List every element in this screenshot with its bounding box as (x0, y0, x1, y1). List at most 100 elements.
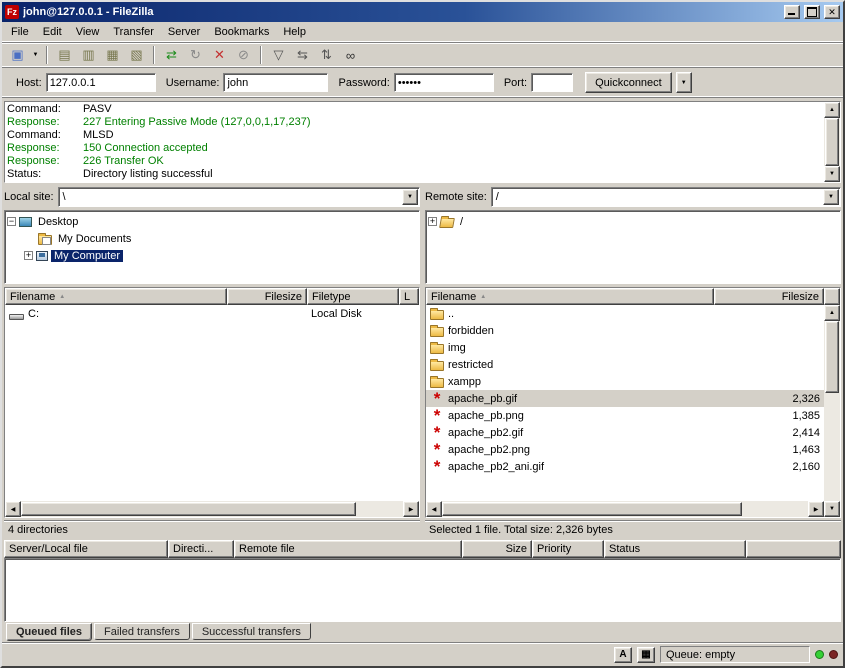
log-line: Response:227 Entering Passive Mode (127,… (7, 116, 822, 129)
tree-item-desktop[interactable]: Desktop (7, 213, 417, 230)
site-manager-dropdown[interactable] (30, 44, 41, 66)
menu-file[interactable]: File (4, 24, 36, 40)
tree-item-root[interactable]: / (428, 213, 838, 230)
menu-edit[interactable]: Edit (36, 24, 69, 40)
transfer-type-indicator-icon[interactable]: A (614, 647, 632, 663)
refresh-button[interactable]: ⇄ (160, 44, 183, 66)
image-file-icon (430, 460, 444, 473)
toolbar-separator (46, 46, 48, 64)
scroll-left-button[interactable] (426, 501, 442, 517)
menu-transfer[interactable]: Transfer (106, 24, 161, 40)
port-input[interactable] (531, 73, 573, 92)
title-bar[interactable]: Fz john@127.0.0.1 - FileZilla (2, 2, 843, 22)
toggle-remote-tree-button[interactable]: ▦ (101, 44, 124, 66)
column-remote-file[interactable]: Remote file (234, 540, 462, 558)
quickconnect-dropdown[interactable] (676, 72, 692, 93)
log-message: 150 Connection accepted (83, 142, 208, 155)
compare-button[interactable]: ⇆ (291, 44, 314, 66)
scroll-up-button[interactable] (824, 102, 840, 118)
scroll-thumb[interactable] (21, 502, 356, 516)
file-row[interactable]: forbidden (426, 322, 824, 339)
process-queue-button[interactable]: ↻ (184, 44, 207, 66)
file-row-selected[interactable]: apache_pb.gif 2,326 (426, 390, 824, 407)
site-manager-button[interactable]: ▣ (6, 44, 29, 66)
scroll-right-button[interactable] (808, 501, 824, 517)
disconnect-button[interactable]: ⊘ (232, 44, 255, 66)
collapse-icon[interactable] (7, 217, 16, 226)
toggle-queue-button[interactable]: ▧ (125, 44, 148, 66)
expand-icon[interactable] (428, 217, 437, 226)
toggle-message-log-button[interactable]: ▤ (53, 44, 76, 66)
log-scrollbar[interactable] (824, 102, 840, 182)
close-button[interactable] (824, 5, 840, 19)
menu-server[interactable]: Server (161, 24, 207, 40)
tab-failed-transfers[interactable]: Failed transfers (94, 623, 190, 640)
host-input[interactable] (46, 73, 156, 92)
chevron-down-icon[interactable] (402, 189, 418, 205)
tab-queued-files[interactable]: Queued files (6, 623, 92, 641)
file-row[interactable]: .. (426, 305, 824, 322)
tree-item-my-documents[interactable]: My Documents (7, 230, 417, 247)
log-message: Directory listing successful (83, 168, 213, 181)
remote-horizontal-scrollbar[interactable] (426, 501, 824, 517)
menu-view[interactable]: View (69, 24, 107, 40)
scroll-up-button[interactable] (824, 305, 840, 321)
file-row[interactable]: apache_pb2_ani.gif 2,160 (426, 458, 824, 475)
column-priority[interactable]: Priority (532, 540, 604, 558)
log-line: Status:Directory listing successful (7, 168, 822, 181)
column-direction[interactable]: Directi... (168, 540, 234, 558)
file-row[interactable]: apache_pb2.gif 2,414 (426, 424, 824, 441)
disconnect-icon: ⊘ (238, 47, 249, 63)
find-button[interactable]: ∞ (339, 44, 362, 66)
port-label: Port: (504, 77, 527, 89)
toggle-local-tree-button[interactable]: ▥ (77, 44, 100, 66)
tree-item-my-computer[interactable]: My Computer (7, 247, 417, 264)
speed-limits-indicator-icon[interactable]: ▦ (637, 647, 655, 663)
scroll-thumb[interactable] (825, 118, 839, 166)
column-last-modified[interactable]: L (399, 288, 419, 305)
local-directory-tree: Desktop My Documents My Computer (4, 210, 420, 284)
filter-button[interactable]: ▽ (267, 44, 290, 66)
file-row[interactable]: apache_pb.png 1,385 (426, 407, 824, 424)
quickconnect-button[interactable]: Quickconnect (585, 72, 672, 93)
chevron-down-icon[interactable] (823, 189, 839, 205)
minimize-button[interactable] (784, 5, 800, 19)
file-row[interactable]: restricted (426, 356, 824, 373)
column-filesize[interactable]: Filesize (714, 288, 824, 305)
column-status[interactable]: Status (604, 540, 746, 558)
username-input[interactable] (223, 73, 328, 92)
log-line: Command:MLSD (7, 129, 822, 142)
sync-browsing-button[interactable]: ⇅ (315, 44, 338, 66)
column-filesize[interactable]: Filesize (227, 288, 307, 305)
queue-list-body[interactable] (4, 558, 841, 622)
expand-icon[interactable] (24, 251, 33, 260)
column-filetype[interactable]: Filetype (307, 288, 399, 305)
toolbar-separator (153, 46, 155, 64)
menu-help[interactable]: Help (276, 24, 313, 40)
scroll-thumb[interactable] (825, 321, 839, 393)
file-row[interactable]: C: Local Disk (5, 305, 419, 322)
scroll-right-button[interactable] (403, 501, 419, 517)
scroll-down-button[interactable] (824, 501, 840, 517)
column-filename[interactable]: Filename (426, 288, 714, 305)
column-server-local-file[interactable]: Server/Local file (4, 540, 168, 558)
column-filename[interactable]: Filename (5, 288, 227, 305)
folder-icon (430, 378, 444, 388)
scroll-left-button[interactable] (5, 501, 21, 517)
remote-vertical-scrollbar[interactable] (824, 305, 840, 517)
file-row[interactable]: xampp (426, 373, 824, 390)
menu-bookmarks[interactable]: Bookmarks (207, 24, 276, 40)
password-input[interactable] (394, 73, 494, 92)
file-row[interactable]: apache_pb2.png 1,463 (426, 441, 824, 458)
tab-successful-transfers[interactable]: Successful transfers (192, 623, 311, 640)
file-row[interactable]: img (426, 339, 824, 356)
maximize-button[interactable] (804, 5, 820, 19)
local-horizontal-scrollbar[interactable] (5, 501, 419, 517)
remote-list-header: Filename Filesize (426, 288, 840, 305)
remote-site-combobox[interactable]: / (491, 187, 841, 207)
abort-button[interactable]: ✕ (208, 44, 231, 66)
scroll-thumb[interactable] (442, 502, 742, 516)
column-size[interactable]: Size (462, 540, 532, 558)
local-site-combobox[interactable]: \ (58, 187, 420, 207)
scroll-down-button[interactable] (824, 166, 840, 182)
